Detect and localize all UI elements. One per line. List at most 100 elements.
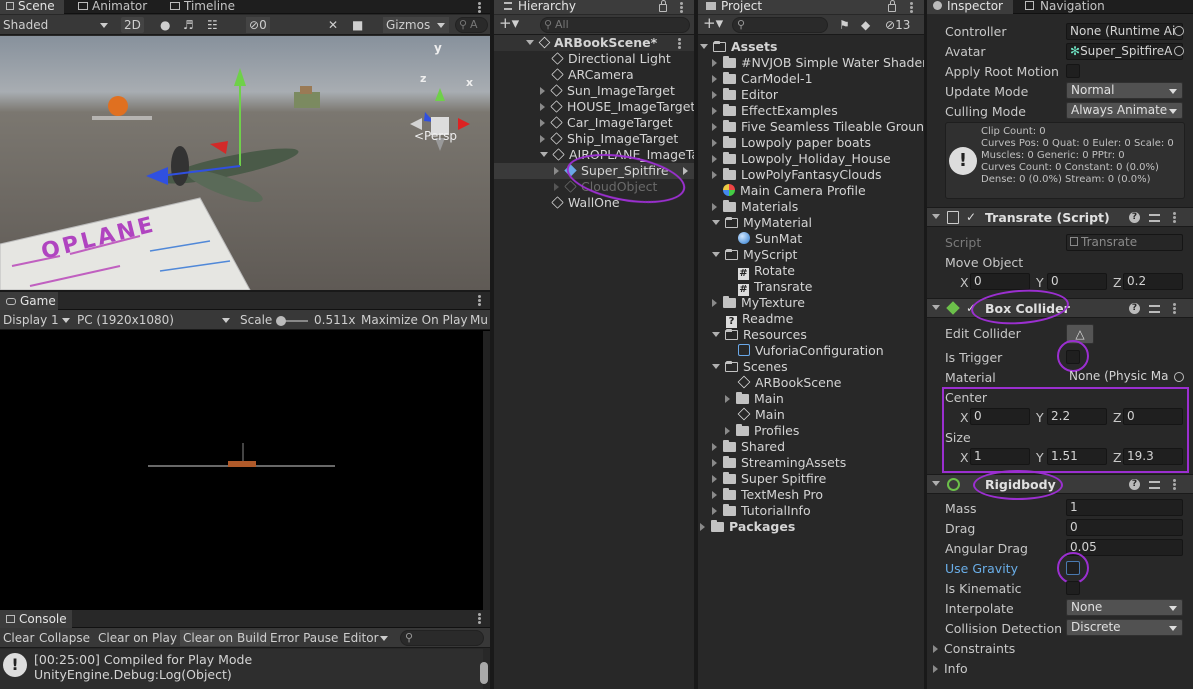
scene-row-menu-icon[interactable] bbox=[678, 38, 681, 49]
console-search-input[interactable]: ⚲ bbox=[400, 630, 484, 646]
expand-arrow-icon[interactable] bbox=[932, 305, 940, 310]
mass-field[interactable]: 1 bbox=[1066, 499, 1183, 516]
expand-arrow-icon[interactable] bbox=[712, 107, 717, 115]
lock-icon[interactable] bbox=[659, 0, 667, 12]
hierarchy-search-input[interactable]: ⚲ All bbox=[540, 17, 690, 33]
folder-assets[interactable]: Assets bbox=[700, 39, 777, 55]
list-item[interactable]: Directional Light bbox=[551, 51, 671, 67]
list-item[interactable]: MyTexture bbox=[712, 295, 805, 311]
project-menu-icon[interactable] bbox=[910, 2, 913, 13]
list-item[interactable]: Main bbox=[737, 407, 785, 423]
resolution-dropdown[interactable]: PC (1920x1080) bbox=[74, 312, 234, 328]
list-item[interactable]: ? Readme bbox=[726, 311, 793, 328]
expand-arrow-icon[interactable] bbox=[540, 135, 545, 143]
expand-arrow-icon[interactable] bbox=[540, 103, 545, 111]
drag-field[interactable]: 0 bbox=[1066, 519, 1183, 536]
expand-arrow-icon[interactable] bbox=[712, 220, 720, 225]
angular-drag-field[interactable]: 0.05 bbox=[1066, 539, 1183, 556]
apply-root-motion-checkbox[interactable] bbox=[1066, 64, 1080, 78]
expand-arrow-icon[interactable] bbox=[540, 152, 548, 157]
lock-icon[interactable] bbox=[888, 0, 896, 12]
expand-arrow-icon[interactable] bbox=[725, 427, 730, 435]
expand-arrow-icon[interactable] bbox=[712, 443, 717, 451]
material-field[interactable]: None (Physic Ma bbox=[1066, 369, 1183, 386]
list-item[interactable]: HOUSE_ImageTarget bbox=[540, 99, 694, 115]
console-menu-icon[interactable] bbox=[478, 613, 481, 624]
shading-dropdown[interactable]: Shaded bbox=[0, 17, 112, 33]
expand-arrow-icon[interactable] bbox=[932, 214, 940, 219]
list-item[interactable]: # Transrate bbox=[738, 279, 812, 296]
display-dropdown[interactable]: Display 1 bbox=[0, 312, 72, 328]
audio-icon[interactable]: ♬ bbox=[180, 17, 197, 33]
hidden-objects-toggle[interactable]: ⊘0 bbox=[246, 17, 270, 33]
game-menu-icon[interactable] bbox=[478, 295, 481, 306]
transrate-component-header[interactable]: ✓ Transrate (Script) ? bbox=[927, 207, 1193, 227]
expand-arrow-icon[interactable] bbox=[712, 299, 717, 307]
scene-menu-icon[interactable] bbox=[478, 2, 481, 13]
list-item[interactable]: Ship_ImageTarget bbox=[540, 131, 678, 147]
gizmos-dropdown[interactable]: Gizmos bbox=[383, 17, 449, 33]
is-kinematic-checkbox[interactable] bbox=[1066, 581, 1080, 595]
expand-arrow-icon[interactable] bbox=[725, 395, 730, 403]
transrate-enabled-checkbox[interactable]: ✓ bbox=[966, 211, 980, 225]
tab-scene[interactable]: Scene bbox=[0, 0, 64, 14]
update-mode-dropdown[interactable]: Normal bbox=[1066, 82, 1183, 99]
game-view[interactable] bbox=[0, 331, 483, 610]
folder-packages[interactable]: Packages bbox=[700, 519, 795, 535]
console-scrollbar[interactable] bbox=[480, 662, 488, 684]
list-item[interactable]: Materials bbox=[712, 199, 798, 215]
avatar-field[interactable]: ✻Super_SpitfireA bbox=[1066, 43, 1183, 60]
presets-icon[interactable] bbox=[1149, 303, 1160, 314]
tab-inspector[interactable]: Inspector bbox=[927, 0, 1013, 14]
object-picker-icon[interactable] bbox=[1174, 26, 1184, 36]
expand-arrow-icon[interactable] bbox=[712, 364, 720, 369]
expand-arrow-icon[interactable] bbox=[712, 252, 720, 257]
constraints-foldout[interactable]: Constraints bbox=[933, 641, 1015, 656]
list-item[interactable]: TutorialInfo bbox=[712, 503, 811, 519]
expand-arrow-icon[interactable] bbox=[554, 167, 559, 175]
list-item[interactable]: Main Camera Profile bbox=[723, 183, 866, 199]
expand-arrow-icon[interactable] bbox=[712, 139, 717, 147]
list-item[interactable]: TextMesh Pro bbox=[712, 487, 823, 503]
list-item[interactable]: ARCamera bbox=[551, 67, 634, 83]
create-dropdown[interactable]: +▾ bbox=[700, 15, 726, 31]
expand-arrow-icon[interactable] bbox=[933, 645, 938, 653]
tab-timeline[interactable]: Timeline bbox=[164, 0, 241, 14]
move-y-field[interactable]: 0 bbox=[1047, 273, 1107, 290]
chevron-right-icon[interactable] bbox=[683, 167, 688, 175]
project-search-input[interactable]: ⚲ bbox=[732, 17, 828, 33]
list-item[interactable]: VuforiaConfiguration bbox=[738, 343, 884, 359]
hierarchy-menu-icon[interactable] bbox=[680, 2, 683, 13]
presets-icon[interactable] bbox=[1149, 479, 1160, 490]
help-icon[interactable]: ? bbox=[1129, 212, 1140, 223]
expand-arrow-icon[interactable] bbox=[712, 507, 717, 515]
expand-arrow-icon[interactable] bbox=[712, 123, 717, 131]
persp-label[interactable]: <Persp bbox=[414, 129, 457, 143]
label-icon[interactable]: ◆ bbox=[858, 17, 873, 33]
clear-on-build-button[interactable]: Clear on Build bbox=[180, 630, 271, 646]
list-item[interactable]: Editor bbox=[712, 87, 778, 103]
slider-handle[interactable] bbox=[276, 316, 286, 326]
interpolate-dropdown[interactable]: None bbox=[1066, 599, 1183, 616]
editor-dropdown[interactable]: Editor bbox=[340, 630, 390, 646]
expand-arrow-icon[interactable] bbox=[712, 475, 717, 483]
help-icon[interactable]: ? bbox=[1129, 479, 1140, 490]
controller-field[interactable]: None (Runtime Ai bbox=[1066, 23, 1183, 40]
hidden-packages-toggle[interactable]: ⊘13 bbox=[882, 17, 913, 33]
list-item[interactable]: Super Spitfire bbox=[712, 471, 826, 487]
clear-on-play-button[interactable]: Clear on Play bbox=[95, 630, 180, 646]
expand-arrow-icon[interactable] bbox=[526, 40, 534, 45]
list-item[interactable]: Shared bbox=[712, 439, 785, 455]
expand-arrow-icon[interactable] bbox=[712, 171, 717, 179]
expand-arrow-icon[interactable] bbox=[932, 481, 940, 486]
list-item[interactable]: StreamingAssets bbox=[712, 455, 846, 471]
list-item[interactable]: SunMat bbox=[738, 231, 802, 247]
expand-arrow-icon[interactable] bbox=[700, 44, 708, 49]
list-item[interactable]: ARBookScene bbox=[737, 375, 841, 391]
expand-arrow-icon[interactable] bbox=[712, 59, 717, 67]
expand-arrow-icon[interactable] bbox=[712, 155, 717, 163]
list-item[interactable]: #NVJOB Simple Water Shaders bbox=[712, 55, 924, 71]
console-log-entry[interactable]: ! [00:25:00] Compiled for Play Mode Unit… bbox=[0, 649, 483, 689]
list-item[interactable]: Five Seamless Tileable Ground T bbox=[712, 119, 924, 135]
clear-button[interactable]: Clear bbox=[0, 630, 37, 646]
